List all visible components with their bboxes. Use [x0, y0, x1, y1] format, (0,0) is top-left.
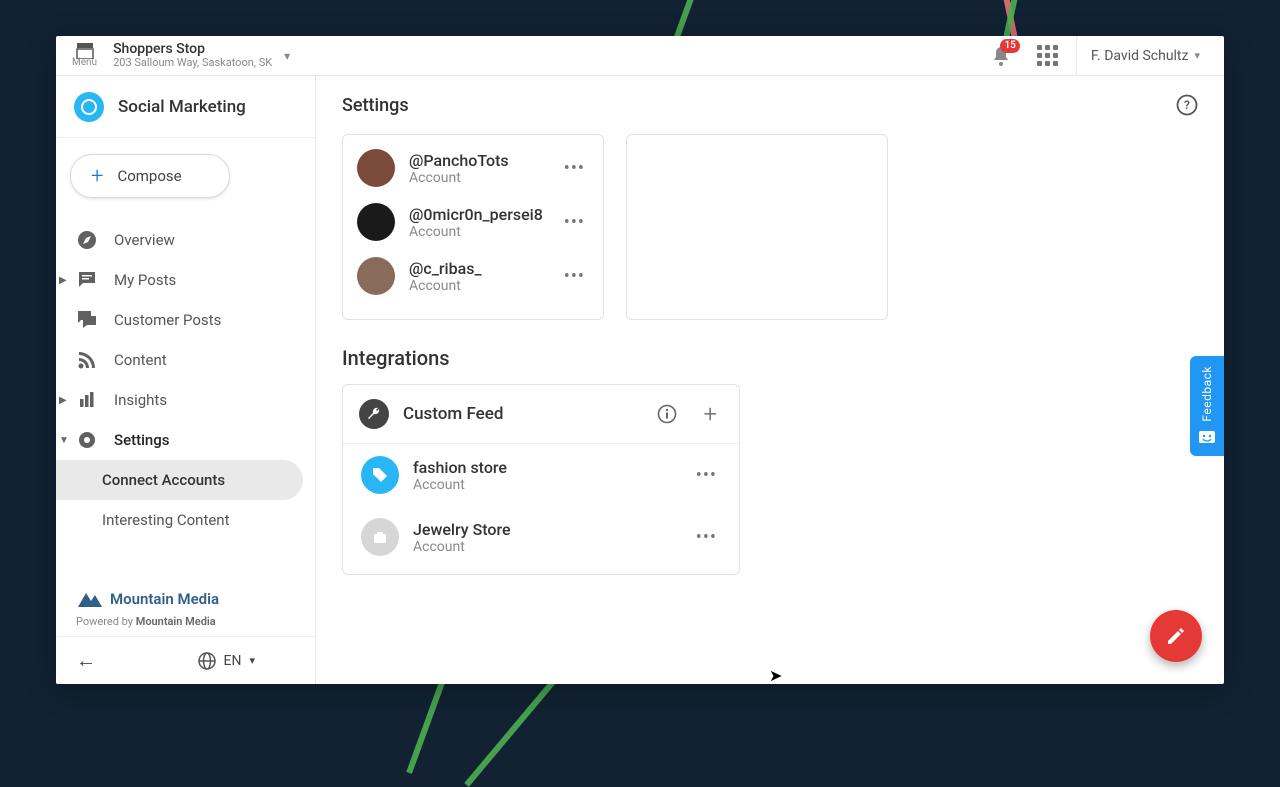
more-button[interactable]: •••	[560, 154, 589, 183]
main-content: Settings ? @PanchoTotsAccount ••• @0micr…	[316, 76, 1224, 684]
help-icon: ?	[1176, 94, 1198, 116]
svg-text:?: ?	[1184, 98, 1190, 112]
sidebar: Social Marketing + Compose Overview ▶My …	[56, 76, 316, 684]
wrench-icon	[359, 399, 389, 429]
account-name: @PanchoTots	[409, 151, 546, 170]
smile-icon	[1198, 430, 1216, 446]
account-type: Account	[409, 224, 546, 240]
integration-title: Custom Feed	[403, 404, 637, 424]
partner-branding: Mountain Media Powered by Mountain Media	[56, 576, 315, 636]
globe-icon	[198, 652, 216, 670]
avatar	[357, 257, 395, 295]
avatar	[361, 518, 399, 556]
integrations-card: Custom Feed + fashion storeAccount ••• J…	[342, 384, 740, 575]
sidebar-sub-connect-accounts[interactable]: Connect Accounts	[56, 460, 303, 500]
sidebar-item-settings[interactable]: ▼Settings	[68, 420, 303, 460]
integration-type: Account	[413, 539, 678, 555]
info-button[interactable]	[651, 404, 683, 424]
topbar: Menu Shoppers Stop 203 Salloum Way, Sask…	[56, 36, 1224, 76]
empty-card	[626, 134, 888, 320]
account-type: Account	[409, 170, 546, 186]
more-button[interactable]: •••	[692, 523, 721, 552]
avatar	[357, 149, 395, 187]
integration-row: fashion storeAccount •••	[343, 444, 739, 506]
help-button[interactable]: ?	[1176, 94, 1198, 116]
feedback-tab[interactable]: Feedback	[1190, 356, 1224, 456]
expand-icon: ▶	[59, 275, 67, 286]
location-name: Shoppers Stop	[113, 41, 272, 57]
integration-header: Custom Feed +	[343, 385, 739, 444]
user-name: F. David Schultz	[1091, 48, 1189, 64]
page-title: Settings	[342, 95, 409, 116]
account-type: Account	[409, 278, 546, 294]
cursor-icon: ➤	[769, 666, 782, 684]
more-button[interactable]: •••	[560, 262, 589, 291]
chevron-down-icon[interactable]: ▾	[284, 49, 290, 63]
sidebar-item-my-posts[interactable]: ▶My Posts	[68, 260, 303, 300]
feedback-label: Feedback	[1200, 366, 1214, 422]
account-row: @0micr0n_persei8Account •••	[343, 195, 603, 249]
account-name: @0micr0n_persei8	[409, 205, 546, 224]
back-button[interactable]: ←	[76, 648, 96, 673]
notifications-button[interactable]: 15	[983, 45, 1019, 67]
location-selector[interactable]: Shoppers Stop 203 Salloum Way, Saskatoon…	[113, 41, 272, 70]
product-brand: Social Marketing	[56, 76, 315, 138]
sidebar-item-insights[interactable]: ▶Insights	[68, 380, 303, 420]
integrations-heading: Integrations	[342, 346, 1198, 370]
integration-name: fashion store	[413, 458, 678, 477]
app-window: Menu Shoppers Stop 203 Salloum Way, Sask…	[56, 36, 1224, 684]
add-button[interactable]: +	[697, 400, 723, 428]
product-name: Social Marketing	[118, 97, 246, 117]
sidebar-footer: ← EN ▾	[56, 636, 315, 684]
menu-label: Menu	[72, 57, 97, 68]
fab-compose[interactable]	[1150, 610, 1202, 662]
language-selector[interactable]: EN ▾	[198, 652, 255, 670]
compass-icon	[76, 230, 98, 250]
accounts-card: @PanchoTotsAccount ••• @0micr0n_persei8A…	[342, 134, 604, 320]
mountain-icon	[76, 589, 106, 609]
expand-icon: ▶	[59, 395, 67, 406]
page-header: Settings ?	[316, 76, 1224, 134]
apps-button[interactable]	[1027, 45, 1068, 66]
insights-icon	[76, 390, 98, 410]
info-icon	[657, 404, 677, 424]
sidebar-item-customer-posts[interactable]: Customer Posts	[68, 300, 303, 340]
integration-row: Jewelry StoreAccount •••	[343, 506, 739, 574]
bag-icon	[371, 528, 389, 546]
integration-name: Jewelry Store	[413, 520, 678, 539]
sidebar-item-overview[interactable]: Overview	[68, 220, 303, 260]
sidebar-sub-interesting-content[interactable]: Interesting Content	[56, 500, 303, 540]
integration-type: Account	[413, 477, 678, 493]
menu-button[interactable]: Menu	[66, 43, 103, 68]
sidebar-item-content[interactable]: Content	[68, 340, 303, 380]
chevron-down-icon: ▾	[249, 654, 255, 667]
plus-icon: +	[91, 164, 103, 189]
account-name: @c_ribas_	[409, 259, 546, 278]
chevron-down-icon: ▾	[1194, 49, 1200, 62]
social-marketing-icon	[74, 92, 104, 122]
compose-label: Compose	[117, 167, 181, 185]
tag-icon	[371, 466, 389, 484]
location-address: 203 Salloum Way, Saskatoon, SK	[113, 57, 272, 70]
avatar	[357, 203, 395, 241]
forum-icon	[76, 310, 98, 330]
notification-badge: 15	[1000, 39, 1019, 53]
account-row: @c_ribas_Account •••	[343, 249, 603, 303]
user-menu[interactable]: F. David Schultz ▾	[1076, 36, 1214, 75]
chat-icon	[76, 270, 98, 290]
rss-icon	[76, 350, 98, 370]
collapse-icon: ▼	[59, 435, 69, 446]
more-button[interactable]: •••	[692, 461, 721, 490]
gear-icon	[76, 430, 98, 450]
more-button[interactable]: •••	[560, 208, 589, 237]
compose-button[interactable]: + Compose	[70, 154, 230, 198]
avatar	[361, 456, 399, 494]
account-row: @PanchoTotsAccount •••	[343, 141, 603, 195]
pencil-icon	[1165, 625, 1187, 647]
